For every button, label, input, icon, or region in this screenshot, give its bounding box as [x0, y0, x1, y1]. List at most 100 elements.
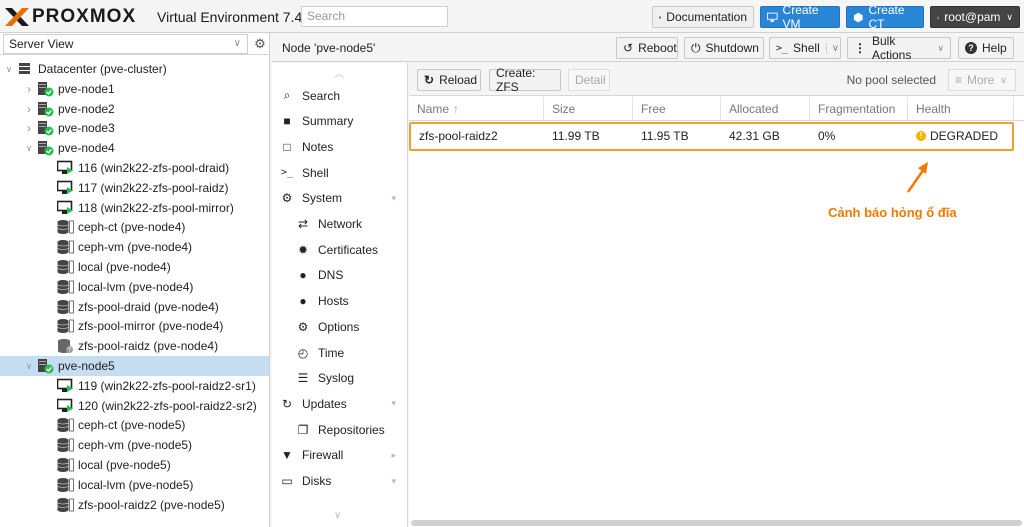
tree-item-label: local-lvm (pve-node4) [78, 279, 194, 294]
tree-item[interactable]: ∨ Datacenter (pve-cluster) [0, 59, 269, 79]
user-icon [937, 16, 940, 19]
horizontal-scrollbar[interactable] [411, 520, 1022, 526]
menu-item-label: Summary [302, 114, 354, 129]
menu-item[interactable]: ■ Summary [272, 109, 407, 134]
tree-item[interactable]: 119 (win2k22-zfs-pool-raidz2-sr1) [0, 376, 269, 396]
menu-item[interactable]: ✹ Certificates [272, 237, 407, 262]
cube-icon [853, 12, 863, 22]
column-fragmentation[interactable]: Fragmentation [810, 97, 908, 121]
annotation-arrow-icon [906, 162, 928, 193]
bulk-actions-button[interactable]: ⋮ Bulk Actions ∨ [847, 34, 951, 62]
column-size[interactable]: Size [544, 97, 633, 121]
more-button[interactable]: ≡ More ∨ [948, 69, 1016, 91]
menu-item-label: Network [318, 217, 363, 231]
view-select[interactable]: Server View ∨ [3, 34, 248, 54]
menu-item[interactable]: ❐ Repositories [272, 417, 407, 442]
tree-item[interactable]: ceph-ct (pve-node5) [0, 415, 269, 435]
menu-item[interactable]: >_ Shell [272, 160, 407, 185]
tree-item[interactable]: local-lvm (pve-node5) [0, 475, 269, 495]
tree-item[interactable]: 116 (win2k22-zfs-pool-draid) [0, 158, 269, 178]
menu-item[interactable]: ◴ Time [272, 340, 407, 365]
reload-button[interactable]: ↻ Reload [417, 69, 481, 91]
list-icon: ☰ [297, 371, 309, 386]
menu-item[interactable]: ⇄ Network [272, 212, 407, 237]
menu-item-label: Updates [302, 396, 347, 411]
create-zfs-button[interactable]: Create: ZFS [489, 66, 561, 94]
tree-item[interactable]: 120 (win2k22-zfs-pool-raidz2-sr2) [0, 396, 269, 416]
documentation-button[interactable]: Documentation [652, 6, 754, 28]
tree-item[interactable]: › pve-node3 [0, 118, 269, 138]
expand-closed-icon[interactable]: › [24, 102, 34, 116]
detail-button[interactable]: Detail [568, 69, 610, 91]
tree-item[interactable]: ceph-vm (pve-node5) [0, 435, 269, 455]
expand-closed-icon[interactable]: › [24, 121, 34, 135]
notes-icon: □ [283, 139, 291, 154]
menu-item[interactable]: ⚙ Options [272, 314, 407, 339]
expand-open-icon[interactable]: ∨ [24, 143, 34, 154]
chevron-down-icon[interactable]: ∨ [825, 42, 839, 54]
chevron-down-icon: ∨ [233, 38, 241, 49]
reboot-button[interactable]: ↺ Reboot [616, 37, 678, 59]
tree-item[interactable]: › pve-node2 [0, 99, 269, 119]
user-menu-button[interactable]: root@pam ∨ [930, 6, 1020, 28]
gear-icon[interactable]: ⚙ [251, 35, 269, 53]
menu-item[interactable]: ☰ Syslog [272, 366, 407, 391]
column-name[interactable]: Name ↑ [409, 97, 544, 121]
tree-item[interactable]: 118 (win2k22-zfs-pool-mirror) [0, 198, 269, 218]
tree-item[interactable]: 117 (win2k22-zfs-pool-raidz) [0, 178, 269, 198]
annotation-text: Cảnh báo hỏng ổ đĩa [828, 205, 957, 220]
tree-item[interactable]: ? zfs-pool-raidz (pve-node4) [0, 336, 269, 356]
menu-item[interactable]: ● DNS [272, 263, 407, 288]
column-free[interactable]: Free [633, 97, 721, 121]
help-button[interactable]: ? Help [958, 37, 1014, 59]
menu-item[interactable]: ↻ Updates ▾ [272, 391, 407, 416]
tree-item-label: ceph-vm (pve-node5) [78, 438, 193, 453]
menu-item[interactable]: ▭ Disks ▾ [272, 469, 407, 494]
menu-item-label: Time [318, 345, 345, 360]
shield-icon: ▼ [281, 448, 293, 463]
monitor-icon [767, 12, 778, 22]
shell-button[interactable]: >_ Shell ∨ [769, 37, 841, 59]
tree-item[interactable]: zfs-pool-raidz2 (pve-node5) [0, 495, 269, 515]
expand-closed-icon[interactable]: › [24, 82, 34, 96]
tree-item[interactable]: ceph-ct (pve-node4) [0, 217, 269, 237]
shutdown-button[interactable]: ⏻ Shutdown [684, 37, 764, 59]
node-icon [37, 81, 54, 97]
create-zfs-label: Create: ZFS [496, 66, 536, 94]
create-vm-button[interactable]: Create VM [760, 3, 840, 31]
create-ct-button[interactable]: Create CT [846, 3, 924, 31]
tree-item[interactable]: local (pve-node5) [0, 455, 269, 475]
vm-icon [56, 160, 74, 176]
tree-item-label: pve-node3 [58, 121, 115, 136]
tree-item-label: local (pve-node4) [78, 260, 171, 274]
tree-item[interactable]: ∨ pve-node5 [0, 356, 269, 376]
column-name-label: Name [417, 102, 450, 116]
datacenter-icon [17, 61, 34, 77]
menu-item[interactable]: ● Hosts [272, 289, 407, 314]
tree-item[interactable]: zfs-pool-draid (pve-node4) [0, 297, 269, 317]
column-health[interactable]: Health [908, 97, 1014, 121]
expand-open-icon[interactable]: ∨ [24, 361, 34, 372]
scroll-up-chevron-icon[interactable]: ︿ [334, 65, 344, 80]
menu-item[interactable]: ⌕ Search [272, 83, 407, 108]
search-icon: ⌕ [283, 88, 291, 102]
version-label: Virtual Environment 7.4-3 [157, 9, 315, 25]
tree-item[interactable]: ceph-vm (pve-node4) [0, 237, 269, 257]
vm-icon [56, 378, 74, 394]
certificate-icon: ✹ [297, 242, 309, 257]
tree-item[interactable]: local-lvm (pve-node4) [0, 277, 269, 297]
node-toolbar: Node 'pve-node5' ↺ Reboot ⏻ Shutdown >_ … [272, 33, 1024, 62]
scroll-down-chevron-icon[interactable]: ∨ [334, 510, 341, 521]
menu-item-label: Syslog [318, 371, 355, 386]
menu-item[interactable]: ▼ Firewall ▸ [272, 443, 407, 468]
tree-item[interactable]: ∨ pve-node4 [0, 138, 269, 158]
search-input[interactable]: Search [301, 6, 448, 27]
expand-open-icon[interactable]: ∨ [4, 64, 14, 75]
cogs-icon: ⚙ [281, 191, 293, 206]
menu-item[interactable]: □ Notes [272, 134, 407, 159]
menu-item[interactable]: ⚙ System ▾ [272, 186, 407, 211]
tree-item[interactable]: zfs-pool-mirror (pve-node4) [0, 316, 269, 336]
tree-item[interactable]: local (pve-node4) [0, 257, 269, 277]
column-allocated[interactable]: Allocated [721, 97, 810, 121]
tree-item[interactable]: › pve-node1 [0, 79, 269, 99]
